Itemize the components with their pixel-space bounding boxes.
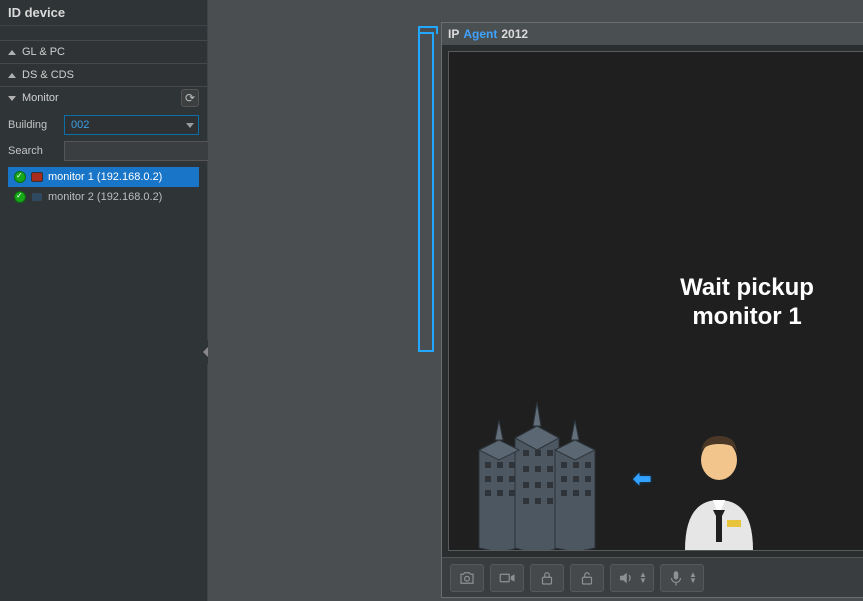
- accordion-monitor[interactable]: Monitor ⟳: [0, 87, 207, 109]
- caret-up-icon: [8, 50, 16, 55]
- device-icon: [31, 192, 43, 202]
- unlock-button[interactable]: [570, 564, 604, 592]
- accordion-label: Monitor: [22, 92, 59, 104]
- call-viewport: Wait pickup monitor 1: [448, 51, 863, 551]
- search-input[interactable]: [64, 141, 216, 161]
- status-line-1: Wait pickup: [449, 274, 863, 303]
- ip-agent-dialog: IP Agent 2012 Wait pickup monitor 1: [441, 22, 863, 598]
- snapshot-button[interactable]: [450, 564, 484, 592]
- accordion-label: GL & PC: [22, 46, 65, 58]
- brand-year: 2012: [501, 27, 528, 41]
- arrow-left-icon: ⬅: [633, 466, 651, 492]
- lock-button[interactable]: [530, 564, 564, 592]
- status-ok-icon: [14, 171, 26, 183]
- call-toolbar: ▲▼ ▲▼ Hangup: [442, 557, 863, 597]
- drop-indicator: [416, 26, 438, 358]
- monitor-tree: monitor 1 (192.168.0.2) monitor 2 (192.1…: [8, 167, 199, 207]
- collapse-sidebar-handle[interactable]: [202, 340, 208, 364]
- call-status-text: Wait pickup monitor 1: [449, 274, 863, 332]
- accordion-ds-cds[interactable]: DS & CDS: [0, 64, 207, 86]
- building-label: Building: [8, 119, 58, 131]
- tree-item-label: monitor 1 (192.168.0.2): [48, 171, 162, 183]
- record-button[interactable]: [490, 564, 524, 592]
- tree-item-monitor-2[interactable]: monitor 2 (192.168.0.2): [8, 187, 199, 207]
- caret-down-icon: [8, 96, 16, 101]
- search-label: Search: [8, 145, 58, 157]
- dialog-titlebar[interactable]: IP Agent 2012: [442, 23, 863, 45]
- person-icon: [671, 430, 767, 550]
- brand-ip: IP: [448, 27, 459, 41]
- brand-agent: Agent: [463, 27, 497, 41]
- accordion-gl-pc[interactable]: GL & PC: [0, 41, 207, 63]
- volume-stepper-icon: ▲▼: [639, 572, 647, 584]
- device-icon: [31, 172, 43, 182]
- status-line-2: monitor 1: [449, 303, 863, 332]
- monitor-panel: Building 002 Search ✕ monitor 1 (192.: [0, 109, 207, 215]
- volume-stepper-icon: ▲▼: [689, 572, 697, 584]
- status-ok-icon: [14, 191, 26, 203]
- speaker-volume-button[interactable]: ▲▼: [610, 564, 654, 592]
- mic-volume-button[interactable]: ▲▼: [660, 564, 704, 592]
- tree-item-label: monitor 2 (192.168.0.2): [48, 191, 162, 203]
- building-value: 002: [71, 119, 89, 131]
- sidebar: ID device GL & PC DS & CDS Monitor ⟳ B: [0, 0, 208, 601]
- main-area: IP Agent 2012 Wait pickup monitor 1: [208, 0, 863, 601]
- refresh-button[interactable]: ⟳: [181, 89, 199, 107]
- tree-item-monitor-1[interactable]: monitor 1 (192.168.0.2): [8, 167, 199, 187]
- sidebar-title: ID device: [0, 0, 207, 26]
- caret-up-icon: [8, 73, 16, 78]
- buildings-icon: [457, 390, 617, 550]
- accordion-label: DS & CDS: [22, 69, 74, 81]
- chevron-down-icon: [186, 123, 194, 128]
- building-select[interactable]: 002: [64, 115, 199, 135]
